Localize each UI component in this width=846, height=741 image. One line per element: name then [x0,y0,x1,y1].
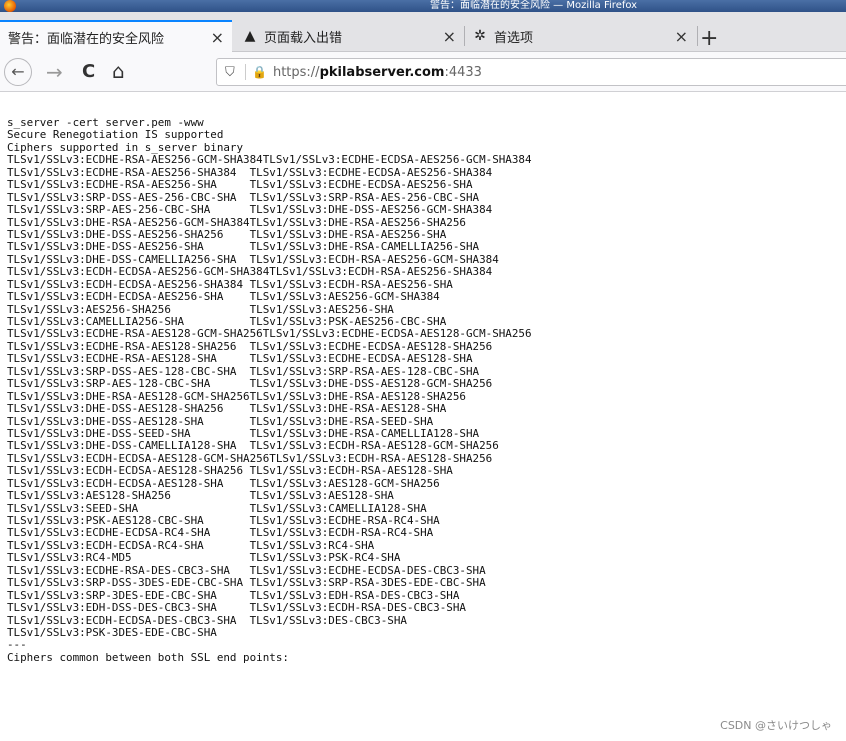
output-line: TLSv1/SSLv3:ECDHE-RSA-AES256-GCM-SHA384T… [7,153,532,167]
page-content: s_server -cert server.pem -www Secure Ren… [0,92,846,741]
close-tab-icon[interactable]: × [211,28,224,47]
close-tab-icon[interactable]: × [443,27,456,46]
output-line: TLSv1/SSLv3:ECDHE-ECDSA-RC4-SHA TLSv1/SS… [7,526,434,540]
window-titlebar: 警告：面临潜在的安全风险 — Mozilla Firefox [0,0,846,12]
tab-bar: 警告：面临潜在的安全风险 × ▲ 页面载入出错 × ✲ 首选项 × + [0,12,846,52]
back-arrow-icon: ← [11,62,25,81]
tab-label: 首选项 [494,30,534,46]
output-line: TLSv1/SSLv3:ECDHE-RSA-AES128-GCM-SHA256T… [7,327,532,341]
output-line: TLSv1/SSLv3:SRP-DSS-3DES-EDE-CBC-SHA TLS… [7,576,486,590]
output-line: TLSv1/SSLv3:ECDHE-RSA-AES128-SHA TLSv1/S… [7,352,473,366]
reload-button[interactable]: C [82,62,95,82]
output-line: TLSv1/SSLv3:ECDH-ECDSA-AES128-SHA256 TLS… [7,464,453,478]
urlbar-divider [245,64,246,80]
tab-separator [464,26,465,46]
home-button[interactable]: ⌂ [112,61,125,81]
reload-icon: C [82,61,96,82]
output-line: --- [7,638,27,652]
lock-icon[interactable]: 🔒 [252,65,267,79]
output-line: TLSv1/SSLv3:AES128-SHA256 TLSv1/SSLv3:AE… [7,489,394,503]
output-line: TLSv1/SSLv3:SRP-AES-256-CBC-SHA TLSv1/SS… [7,203,493,217]
tracking-protection-shield-icon[interactable]: ⛉ [225,65,239,80]
home-icon: ⌂ [112,59,125,83]
url-port: :4433 [444,64,482,80]
tab-label: 警告：面临潜在的安全风险 [8,31,165,47]
watermark: CSDN @さいけつしゃ [720,719,832,732]
output-line: TLSv1/SSLv3:EDH-DSS-DES-CBC3-SHA TLSv1/S… [7,601,466,615]
output-line: TLSv1/SSLv3:PSK-3DES-EDE-CBC-SHA [7,625,217,639]
output-line: TLSv1/SSLv3:ECDH-ECDSA-AES256-GCM-SHA384… [7,265,493,279]
gear-icon: ✲ [474,28,486,44]
new-tab-button[interactable]: + [700,28,718,50]
tab-page-load-error[interactable]: ▲ 页面载入出错 × [236,20,464,52]
window-title: 警告：面临潜在的安全风险 — Mozilla Firefox [430,0,638,11]
output-line: TLSv1/SSLv3:DHE-DSS-AES256-SHA TLSv1/SSL… [7,240,480,254]
firefox-logo-icon [4,0,16,12]
url-host: pkilabserver.com [319,64,445,80]
output-line: Secure Renegotiation IS supported [7,128,224,142]
url-scheme: https:// [272,64,320,80]
close-tab-icon[interactable]: × [675,27,688,46]
output-line: TLSv1/SSLv3:ECDH-ECDSA-AES256-SHA TLSv1/… [7,290,440,304]
warning-icon: ▲ [244,28,256,44]
forward-arrow-icon: → [46,60,63,84]
back-button[interactable]: ← [4,58,32,86]
tab-label: 页面载入出错 [264,30,343,46]
navigation-toolbar: ← → C ⌂ ⛉ 🔒 https:// pkilabserver.com :4… [0,52,846,92]
tab-security-warning[interactable]: 警告：面临潜在的安全风险 × [0,20,232,52]
output-line: TLSv1/SSLv3:RC4-MD5 TLSv1/SSLv3:PSK-RC4-… [7,551,401,565]
tab-separator [697,26,698,46]
output-line: TLSv1/SSLv3:SRP-AES-128-CBC-SHA TLSv1/SS… [7,377,493,391]
output-line: TLSv1/SSLv3:ECDHE-RSA-AES256-SHA TLSv1/S… [7,178,473,192]
forward-button[interactable]: → [46,62,63,82]
tab-preferences[interactable]: ✲ 首选项 × [466,20,696,52]
output-line: TLSv1/SSLv3:DHE-DSS-CAMELLIA128-SHA TLSv… [7,439,499,453]
url-bar[interactable]: ⛉ 🔒 https:// pkilabserver.com :4433 [216,58,846,86]
output-line: Ciphers common between both SSL end poin… [7,650,289,664]
output-line: TLSv1/SSLv3:DHE-DSS-AES128-SHA256 TLSv1/… [7,402,447,416]
server-output-text: s_server -cert server.pem -www Secure Ren… [7,116,532,664]
